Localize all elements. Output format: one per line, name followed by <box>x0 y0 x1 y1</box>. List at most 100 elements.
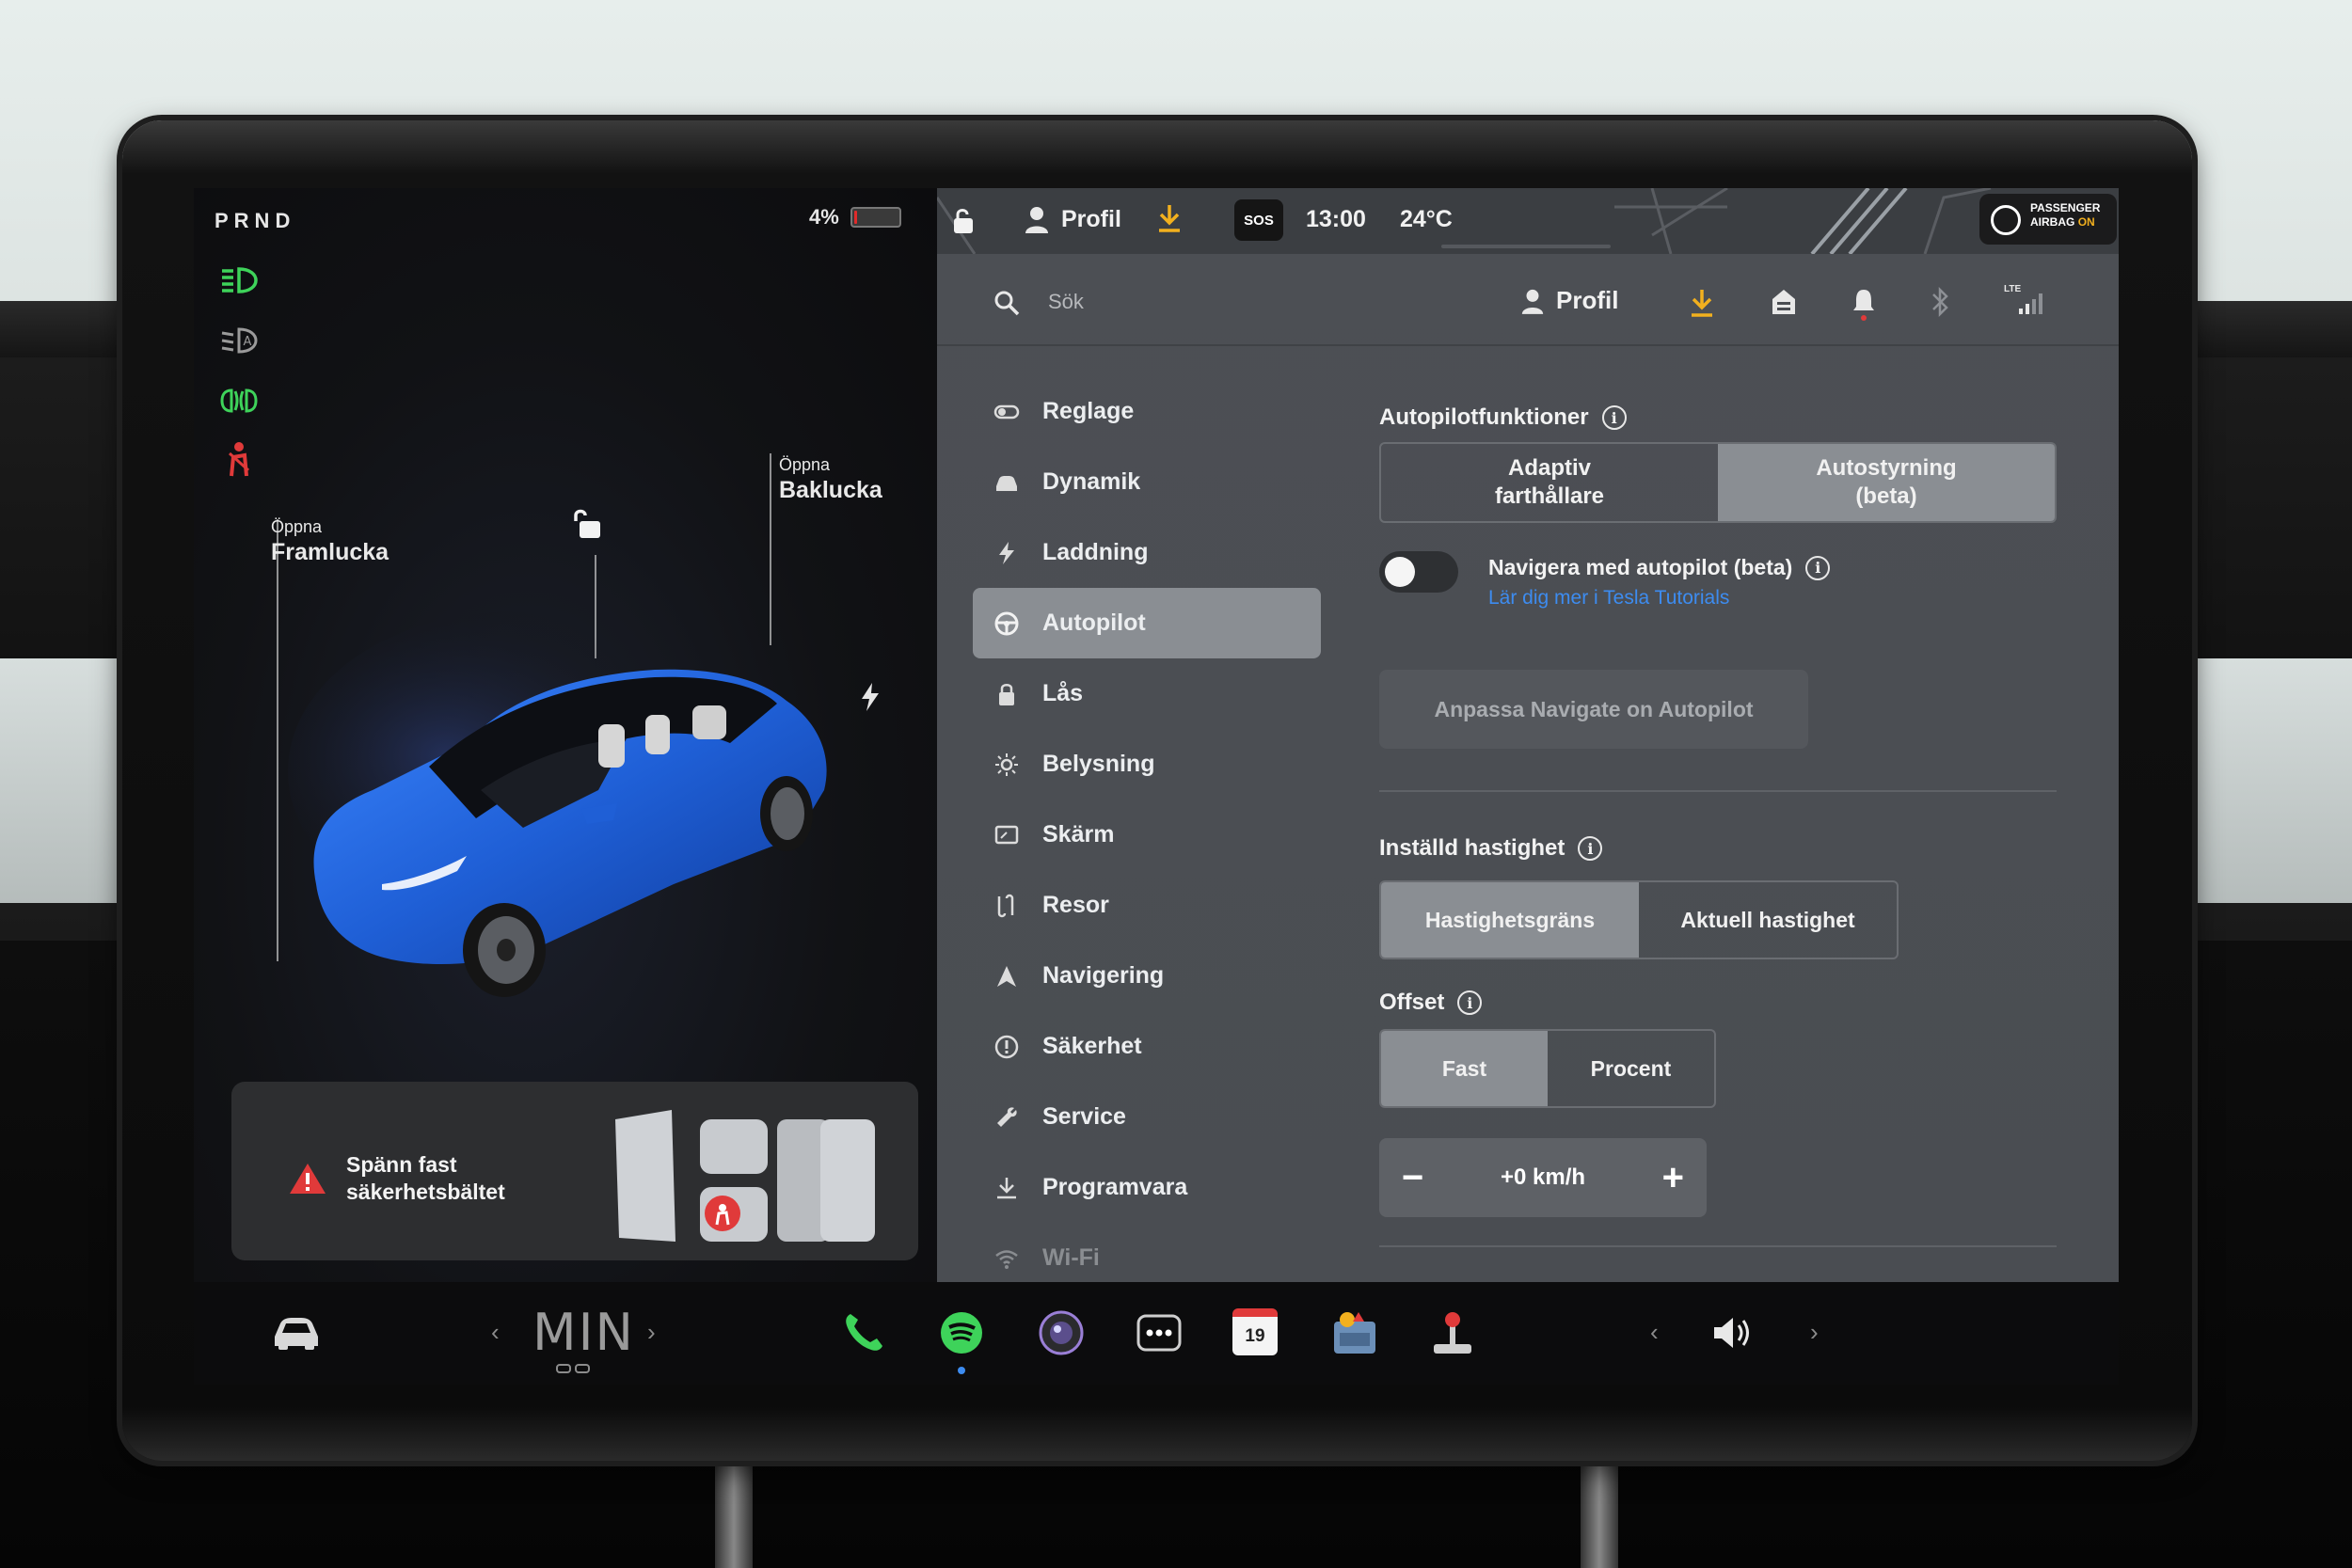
search-input[interactable]: Sök <box>1048 290 1084 314</box>
settings-panel: Profil SOS 13:00 24°C PASSENGER AIRBAG O… <box>937 188 2119 1282</box>
set-speed-selector: Hastighetsgräns Aktuell hastighet <box>1379 880 1899 959</box>
seat-heater-icon[interactable] <box>555 1361 593 1376</box>
seat-occupancy-diagram <box>615 1110 875 1242</box>
homelink-garage-icon[interactable] <box>1771 288 1797 316</box>
navigation-arrow-icon <box>997 966 1016 987</box>
current-speed-option[interactable]: Aktuell hastighet <box>1639 882 1897 958</box>
info-icon[interactable]: i <box>1457 990 1483 1015</box>
nav-item-resor[interactable]: Resor <box>973 870 1321 941</box>
nav-item-säkerhet[interactable]: Säkerhet <box>973 1011 1321 1082</box>
nav-item-reglage[interactable]: Reglage <box>973 376 1321 447</box>
profile-icon <box>1521 289 1544 314</box>
volume-icon[interactable] <box>1708 1308 1757 1357</box>
airbag-line2: AIRBAG <box>2030 215 2075 229</box>
download-icon[interactable] <box>1157 203 1182 233</box>
profile-button[interactable]: Profil <box>1520 286 1618 315</box>
steering-wheel-icon <box>994 611 1019 636</box>
info-icon[interactable]: i <box>1578 836 1603 861</box>
spotify-icon[interactable] <box>937 1308 986 1357</box>
screen-stand-right <box>1581 1449 1618 1568</box>
rear-trunk-label: Baklucka <box>779 477 882 503</box>
nav-item-label: Service <box>1042 1103 1126 1130</box>
seatbelt-alert-line2: säkerhetsbältet <box>346 1180 505 1204</box>
nav-item-programvara[interactable]: Programvara <box>973 1152 1321 1223</box>
nav-item-label: Reglage <box>1042 398 1135 424</box>
volume-increase-chevron[interactable]: › <box>1810 1318 1819 1347</box>
battery-icon <box>850 207 901 228</box>
navigate-on-autopilot-label: Navigera med autopilot (beta) <box>1488 555 1793 579</box>
phone-icon[interactable] <box>839 1308 888 1357</box>
sos-button[interactable]: SOS <box>1234 199 1283 241</box>
status-profile-label[interactable]: Profil <box>1061 206 1121 233</box>
nav-item-dynamik[interactable]: Dynamik <box>973 447 1321 517</box>
set-speed-title-text: Inställd hastighet <box>1379 835 1565 861</box>
nav-item-laddning[interactable]: Laddning <box>973 517 1321 588</box>
rear-trunk-callout[interactable]: Öppna Baklucka <box>779 455 882 504</box>
offset-percent-option[interactable]: Procent <box>1548 1031 1714 1106</box>
camera-icon[interactable] <box>1037 1308 1086 1357</box>
settings-toolbar: Sök Profil LTE <box>937 267 2119 346</box>
safety-icon <box>994 1035 1019 1059</box>
nav-item-service[interactable]: Service <box>973 1082 1321 1152</box>
increase-button[interactable]: + <box>1662 1157 1684 1199</box>
offset-title: Offset i <box>1379 990 1483 1016</box>
nav-item-label: Skärm <box>1042 821 1115 847</box>
nav-item-autopilot[interactable]: Autopilot <box>973 588 1321 658</box>
climate-decrease-chevron[interactable]: ‹ <box>491 1318 500 1347</box>
speed-limit-option[interactable]: Hastighetsgräns <box>1381 882 1639 958</box>
toggle-icon <box>993 404 1020 420</box>
info-icon[interactable]: i <box>1601 405 1627 430</box>
warning-triangle-icon <box>290 1164 326 1194</box>
front-trunk-callout[interactable]: Öppna Framlucka <box>271 517 389 566</box>
search-icon[interactable] <box>993 290 1020 316</box>
offset-value: +0 km/h <box>1500 1164 1586 1190</box>
car-panel: PRND 4% A Öppna Framlucka Öppna Baklucka… <box>194 188 937 1282</box>
autosteer-line2: (beta) <box>1855 483 1917 509</box>
gear-indicator: PRND <box>215 209 296 232</box>
lightning-icon <box>999 542 1014 564</box>
calendar-icon[interactable]: 19 <box>1232 1308 1278 1355</box>
autosteer-option[interactable]: Autostyrning (beta) <box>1718 444 2055 521</box>
volume-decrease-chevron[interactable]: ‹ <box>1650 1318 1659 1347</box>
lock-status-icon[interactable] <box>950 207 977 235</box>
software-update-icon[interactable] <box>1690 288 1714 318</box>
nav-item-label: Säkerhet <box>1042 1033 1142 1059</box>
trips-icon <box>997 894 1014 918</box>
pull-down-handle[interactable] <box>1441 245 1611 248</box>
airbag-state: ON <box>2077 215 2095 229</box>
bluetooth-icon[interactable] <box>1931 286 1951 318</box>
notifications-bell-icon[interactable] <box>1851 286 1876 322</box>
toybox-icon[interactable] <box>1330 1308 1379 1357</box>
airbag-line1: PASSENGER <box>2030 201 2101 214</box>
climate-temperature[interactable]: MIN <box>532 1303 635 1362</box>
more-apps-icon[interactable] <box>1135 1308 1184 1357</box>
adaptive-cruise-line2: farthållare <box>1494 483 1605 509</box>
tesla-tutorials-link[interactable]: Lär dig mer i Tesla Tutorials <box>1488 587 1729 610</box>
offset-fixed-option[interactable]: Fast <box>1381 1031 1548 1106</box>
seatbelt-warning-icon <box>228 442 250 477</box>
navigate-on-autopilot-toggle[interactable] <box>1379 551 1458 593</box>
outside-temperature: 24°C <box>1400 206 1453 232</box>
wrench-icon <box>997 1107 1017 1127</box>
info-icon[interactable]: i <box>1805 555 1831 580</box>
unlock-icon[interactable] <box>570 506 606 544</box>
nav-item-skärm[interactable]: Skärm <box>973 800 1321 870</box>
car-icon <box>996 476 1017 491</box>
climate-increase-chevron[interactable]: › <box>647 1318 656 1347</box>
adaptive-cruise-option[interactable]: Adaptiv farthållare <box>1381 444 1718 521</box>
offset-stepper: − +0 km/h + <box>1379 1138 1707 1217</box>
settings-nav: Reglage Dynamik Laddning Autopilot Lås Belysn… <box>973 376 1321 1293</box>
nav-item-navigering[interactable]: Navigering <box>973 941 1321 1011</box>
airbag-icon <box>1991 205 2021 235</box>
joystick-icon[interactable] <box>1428 1308 1477 1357</box>
nav-item-belysning[interactable]: Belysning <box>973 729 1321 800</box>
display-icon <box>994 825 1019 845</box>
offset-title-text: Offset <box>1379 990 1445 1015</box>
rear-trunk-action: Öppna <box>779 455 831 474</box>
customize-navigate-on-autopilot-button[interactable]: Anpassa Navigate on Autopilot <box>1379 670 1808 749</box>
seatbelt-alert-line1: Spänn fast <box>346 1152 457 1177</box>
nav-item-lås[interactable]: Lås <box>973 658 1321 729</box>
front-trunk-label: Framlucka <box>271 539 389 565</box>
car-icon[interactable] <box>269 1314 322 1352</box>
decrease-button[interactable]: − <box>1402 1157 1423 1199</box>
